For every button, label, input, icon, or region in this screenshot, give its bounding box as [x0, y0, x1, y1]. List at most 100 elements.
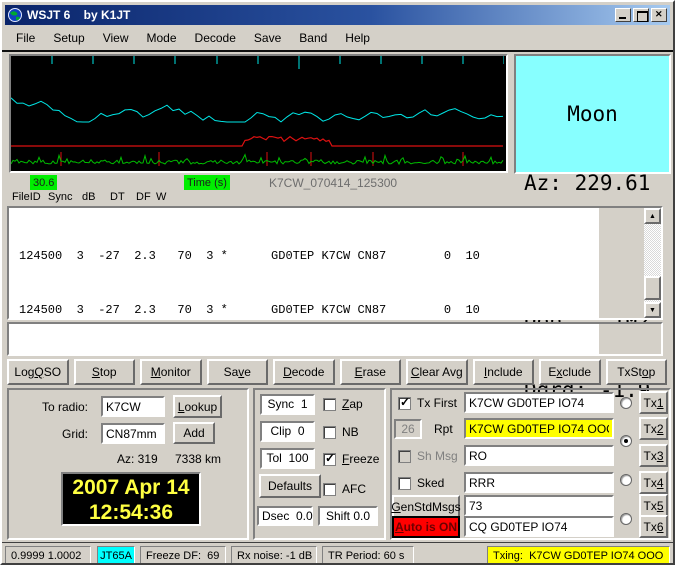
decode-button[interactable]: Decode	[273, 359, 335, 385]
utc-clock: 2007 Apr 14 12:54:36	[61, 472, 201, 526]
tx4-button[interactable]: Tx 4	[639, 471, 668, 494]
decode-text-area[interactable]: 124500 3 -27 2.3 70 3 * GD0TEP K7CW CN87…	[7, 206, 663, 320]
clip-field[interactable]: Clip 0	[260, 421, 315, 442]
menu-save[interactable]: Save	[245, 29, 290, 47]
tr-period-panel: TR Period: 60 s	[322, 546, 414, 563]
mode-panel: JT65A	[97, 546, 135, 563]
decode-area-gap	[599, 208, 644, 318]
menu-view[interactable]: View	[94, 29, 138, 47]
time-axis-label: Time (s)	[184, 175, 230, 190]
status-bar: 0.9999 1.0002 JT65A Freeze DF: 69 Rx noi…	[2, 542, 673, 563]
include-button[interactable]: Include	[472, 359, 534, 385]
log-qso-button[interactable]: Log Q SO	[7, 359, 69, 385]
tx1-radio[interactable]	[620, 397, 632, 409]
clear-avg-button[interactable]: Clear Avg	[406, 359, 468, 385]
decode-lines[interactable]: 124500 3 -27 2.3 70 3 * GD0TEP K7CW CN87…	[9, 208, 599, 318]
tx-message-6-input[interactable]	[464, 516, 614, 537]
zap-label: Zap	[342, 397, 363, 411]
sh-msg-row[interactable]: Sh Msg	[398, 449, 458, 463]
tx-message-4-input[interactable]	[464, 472, 614, 493]
gen-std-msgs-button[interactable]: GenStdMsgs	[391, 495, 461, 518]
scrollbar-thumb[interactable]	[644, 276, 661, 301]
average-text-area[interactable]: 125300 2 2/20	[7, 322, 663, 356]
dsec-field[interactable]: Dsec 0.0	[257, 506, 313, 526]
rx-noise-panel: Rx noise: -1 dB	[231, 546, 317, 563]
nb-label: NB	[342, 425, 359, 439]
grid-input[interactable]	[101, 423, 165, 444]
maximize-button[interactable]	[633, 8, 649, 22]
moon-info-panel: Moon Az: 229.61 El: 16.34 Dop: 102 Dgrd:…	[514, 54, 671, 402]
rpt-field: 26	[394, 419, 422, 439]
clock-time: 12:54:36	[88, 501, 174, 524]
add-button[interactable]: Add	[173, 422, 215, 444]
afc-checkbox[interactable]	[323, 482, 336, 496]
col-fileid: FileID	[12, 191, 41, 203]
sked-row[interactable]: Sked	[398, 476, 444, 490]
tx-first-checkbox[interactable]	[398, 395, 411, 410]
tx3-button[interactable]: Tx 3	[639, 444, 668, 467]
sked-checkbox[interactable]	[398, 476, 411, 490]
moon-title: Moon	[567, 102, 618, 126]
afc-label: AFC	[342, 482, 366, 496]
defaults-button[interactable]: Defaults	[259, 474, 321, 498]
tx-message-2-input[interactable]	[464, 418, 614, 439]
menu-mode[interactable]: Mode	[138, 29, 186, 47]
title-bar[interactable]: WSJT 6 by K1JT	[5, 5, 670, 25]
tx-message-5-input[interactable]	[464, 495, 614, 516]
nb-checkbox[interactable]	[323, 425, 336, 439]
decode-line[interactable]: 124500 3 -27 2.3 70 3 * GD0TEP K7CW CN87…	[19, 301, 599, 318]
scroll-up-icon[interactable]: ▲	[644, 208, 661, 224]
tx4-radio[interactable]	[620, 513, 632, 525]
close-button[interactable]	[651, 8, 667, 22]
stop-button[interactable]: Stop	[73, 359, 135, 385]
save-button[interactable]: Sa v e	[206, 359, 268, 385]
exclude-button[interactable]: Ex clude	[539, 359, 601, 385]
col-db: dB	[82, 191, 96, 203]
shift-field[interactable]: Shift 0.0	[318, 506, 378, 526]
menu-setup[interactable]: Setup	[44, 29, 93, 47]
tol-field[interactable]: Tol 100	[260, 448, 315, 469]
txstop-button[interactable]: TxSt o p	[605, 359, 667, 385]
menu-band[interactable]: Band	[290, 29, 336, 47]
spectrum-plot[interactable]	[9, 54, 508, 173]
erase-button[interactable]: Erase	[339, 359, 401, 385]
afc-checkbox-row[interactable]: AFC	[323, 482, 366, 496]
freeze-checkbox[interactable]	[323, 451, 336, 466]
tx5-button[interactable]: Tx 5	[639, 494, 668, 517]
sh-msg-checkbox[interactable]	[398, 449, 411, 463]
tx-message-3-input[interactable]	[464, 445, 614, 466]
sh-msg-label: Sh Msg	[417, 449, 458, 463]
distance-value: 7338 km	[175, 452, 222, 466]
scroll-down-icon[interactable]: ▼	[644, 302, 661, 318]
lookup-button[interactable]: Lookup	[173, 395, 222, 418]
zap-checkbox-row[interactable]: Zap	[323, 397, 363, 411]
menu-file[interactable]: File	[7, 29, 44, 47]
decode-scrollbar[interactable]: ▲ ▼	[644, 208, 661, 318]
tx1-button[interactable]: Tx 1	[639, 391, 668, 414]
auto-on-button[interactable]: Auto is ON	[392, 516, 460, 538]
monitor-button[interactable]: Monitor	[140, 359, 202, 385]
minimize-button[interactable]	[615, 8, 631, 22]
tx3-radio[interactable]	[620, 474, 632, 486]
menu-decode[interactable]: Decode	[186, 29, 245, 47]
clock-date: 2007 Apr 14	[72, 476, 190, 499]
decode-line[interactable]: 124500 3 -27 2.3 70 3 * GD0TEP K7CW CN87…	[19, 247, 599, 265]
nb-checkbox-row[interactable]: NB	[323, 425, 359, 439]
freeze-checkbox-row[interactable]: Freeze	[323, 451, 379, 466]
tx-first-row[interactable]: Tx First	[398, 395, 457, 410]
average-lines[interactable]: 125300 2 2/20	[9, 324, 599, 354]
tx2-button[interactable]: Tx 2	[639, 417, 668, 440]
tx2-radio[interactable]	[620, 435, 632, 447]
sked-label: Sked	[417, 476, 445, 490]
zap-checkbox[interactable]	[323, 397, 336, 411]
sync-field[interactable]: Sync 1	[260, 394, 315, 415]
menu-bar: File Setup View Mode Decode Save Band He…	[5, 27, 670, 48]
col-df: DF	[136, 191, 151, 203]
tx-first-label: Tx First	[417, 396, 457, 410]
tx-message-1-input[interactable]	[464, 392, 614, 413]
tx6-button[interactable]: Tx 6	[639, 515, 668, 538]
to-radio-input[interactable]	[101, 396, 165, 417]
window-title: WSJT 6 by K1JT	[27, 8, 131, 22]
col-sync: Sync	[48, 191, 73, 203]
menu-help[interactable]: Help	[336, 29, 379, 47]
